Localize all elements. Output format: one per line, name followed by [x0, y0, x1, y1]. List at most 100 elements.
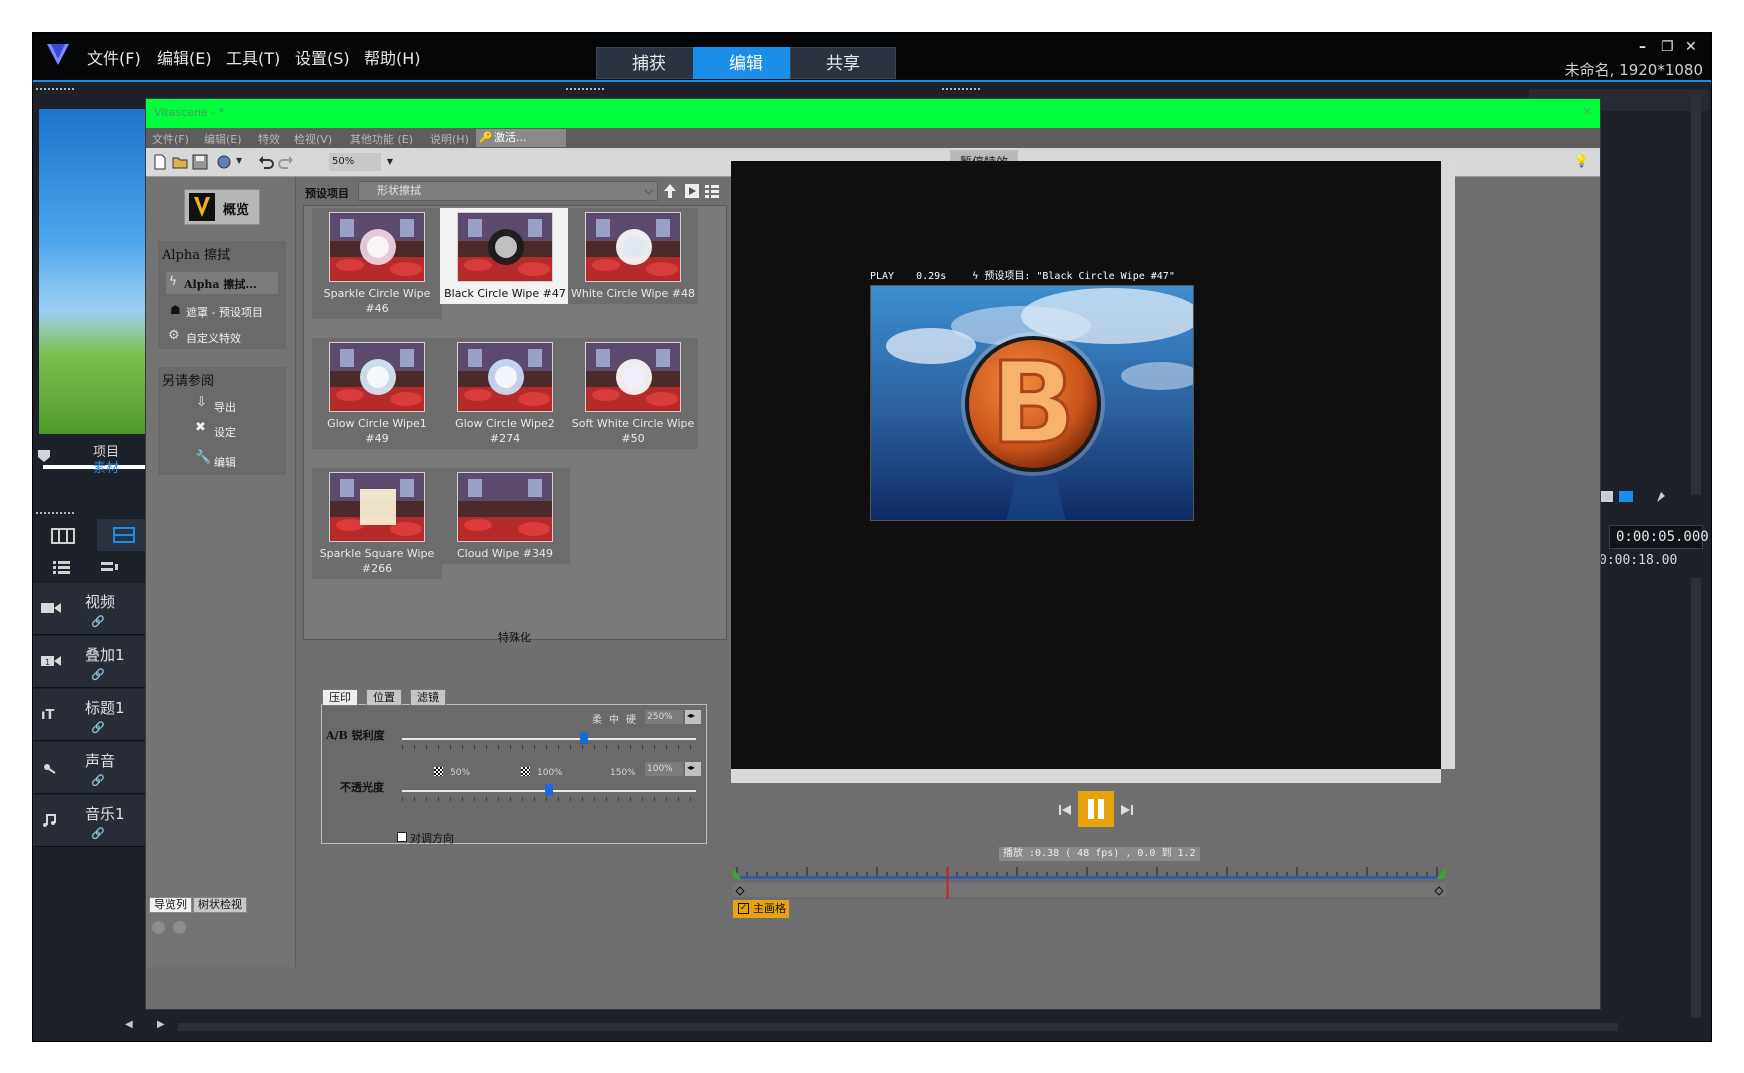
vitascene-close-icon[interactable]: ✕: [1583, 105, 1592, 118]
tab-imprint[interactable]: 压印: [322, 689, 358, 706]
link-icon[interactable]: 🔗: [91, 827, 105, 840]
timeline-view-button[interactable]: [97, 519, 147, 551]
nav-item-settings[interactable]: 设定: [214, 424, 236, 440]
undo-icon[interactable]: [258, 154, 274, 170]
preset-thumbnail[interactable]: White Circle Wipe #48: [568, 208, 698, 304]
link-icon[interactable]: 🔗: [91, 721, 105, 734]
nav-item-custom-effect[interactable]: 自定义特效: [186, 330, 241, 346]
tab-tree-view[interactable]: 树状检视: [193, 897, 247, 913]
timeline-scrollbar[interactable]: [1691, 578, 1701, 1018]
nav-item-edit[interactable]: 编辑: [214, 454, 236, 470]
track-manager-icon[interactable]: [53, 560, 71, 574]
nav-forward-icon[interactable]: [173, 921, 186, 934]
panel-grip[interactable]: [35, 511, 75, 515]
gear-icon[interactable]: ⚙: [168, 328, 180, 343]
open-folder-icon[interactable]: [172, 154, 188, 170]
preset-thumbnail[interactable]: Black Circle Wipe #47: [440, 208, 570, 304]
chapter-point-icon[interactable]: [101, 560, 119, 574]
timeline-hscrollbar[interactable]: [178, 1023, 1618, 1031]
preset-thumbnail[interactable]: Sparkle Circle Wipe #46: [312, 208, 442, 319]
minimize-icon[interactable]: –: [1639, 39, 1646, 55]
preset-category-select[interactable]: 形状擦拭 ⌵: [358, 181, 658, 201]
tab-edit[interactable]: 编辑: [693, 47, 799, 79]
skip-to-end-icon[interactable]: [1120, 803, 1134, 817]
storyboard-view-icon[interactable]: [51, 527, 75, 545]
panel-grip[interactable]: [35, 87, 75, 91]
opacity-slider-thumb[interactable]: [545, 784, 553, 796]
zoom-select[interactable]: 50% ▼: [329, 153, 393, 171]
scrub-handle-icon[interactable]: [37, 449, 51, 463]
render-icon[interactable]: [216, 154, 232, 170]
sharpness-value[interactable]: 250%: [645, 710, 683, 724]
nav-back-icon[interactable]: [152, 921, 165, 934]
nav-selected-item[interactable]: ϟ Alpha 擦拭...: [166, 272, 278, 294]
panel-grip[interactable]: [565, 87, 605, 91]
main-frame-toggle[interactable]: ✓ 主画格: [733, 900, 789, 918]
preset-thumbnail[interactable]: Sparkle Square Wipe #266: [312, 468, 442, 579]
preset-thumbnail[interactable]: Soft White Circle Wipe #50: [568, 338, 698, 449]
clip-mode-label[interactable]: 素材: [93, 457, 119, 476]
title-track[interactable]: ıT 标题1 🔗: [33, 689, 145, 741]
restore-icon[interactable]: ❐: [1661, 39, 1674, 55]
up-arrow-icon[interactable]: [663, 183, 677, 199]
overview-button[interactable]: 概览: [184, 189, 260, 225]
menu-file[interactable]: 文件(F): [87, 45, 141, 69]
play-triangle-icon[interactable]: ▶: [1605, 492, 1613, 503]
link-icon[interactable]: 🔗: [91, 615, 105, 628]
dropdown-arrow-icon[interactable]: ▼: [236, 156, 242, 165]
vs-menu-view[interactable]: 检视(V): [294, 131, 332, 147]
link-icon[interactable]: 🔗: [91, 668, 105, 681]
opacity-value[interactable]: 100%: [645, 762, 683, 776]
play-preview-icon[interactable]: [685, 184, 699, 198]
opacity-spinner[interactable]: ◂▸: [685, 762, 701, 776]
voice-track[interactable]: 声音 🔗: [33, 742, 145, 794]
timeline-scroll-right-icon[interactable]: ▶: [157, 1019, 165, 1030]
pause-button[interactable]: [1078, 791, 1114, 827]
video-track[interactable]: 视频 🔗: [33, 583, 145, 635]
tab-filter[interactable]: 滤镜: [410, 689, 446, 706]
tab-share[interactable]: 共享: [790, 47, 896, 79]
preview-vertical-scrollbar[interactable]: [1441, 161, 1455, 769]
vs-menu-file[interactable]: 文件(F): [152, 131, 189, 147]
list-view-icon[interactable]: [705, 184, 719, 198]
nav-item-mask-presets[interactable]: 遮罩 - 预设项目: [186, 304, 263, 320]
preset-thumbnail[interactable]: Glow Circle Wipe1 #49: [312, 338, 442, 449]
link-icon[interactable]: 🔗: [91, 774, 105, 787]
vs-menu-edit[interactable]: 编辑(E): [204, 131, 242, 147]
overlay-track[interactable]: 1 叠加1 🔗: [33, 636, 145, 688]
preset-thumbnail[interactable]: Cloud Wipe #349: [440, 468, 570, 564]
tab-position[interactable]: 位置: [366, 689, 402, 706]
tools-icon[interactable]: ✖: [195, 420, 206, 435]
effect-preview-viewport[interactable]: PLAY 0.29s ϟ 预设项目: "Black Circle Wipe #4…: [731, 161, 1441, 769]
menu-help[interactable]: 帮助(H): [364, 45, 421, 69]
timeline-scroll-left-icon[interactable]: ◀: [125, 1019, 133, 1030]
wrench-icon[interactable]: 🔧: [195, 450, 211, 465]
skip-to-start-icon[interactable]: [1058, 803, 1072, 817]
lightbulb-icon[interactable]: 💡: [1574, 154, 1589, 168]
vs-menu-extra[interactable]: 其他功能 (E): [350, 131, 413, 147]
preset-thumbnail[interactable]: Glow Circle Wipe2 #274: [440, 338, 570, 449]
playhead[interactable]: [946, 867, 949, 899]
new-file-icon[interactable]: [152, 154, 168, 170]
library-scrollbar[interactable]: [1691, 95, 1701, 495]
vs-menu-effects[interactable]: 特效: [258, 131, 280, 147]
menu-edit[interactable]: 编辑(E): [157, 45, 212, 69]
preview-horizontal-scrollbar[interactable]: [731, 769, 1441, 783]
reverse-direction-checkbox[interactable]: [397, 832, 407, 842]
close-icon[interactable]: ✕: [1685, 39, 1697, 55]
mask-icon[interactable]: ☗: [170, 303, 181, 317]
menu-settings[interactable]: 设置(S): [295, 45, 350, 69]
sharpness-spinner[interactable]: ◂▸: [685, 710, 701, 724]
activate-button[interactable]: 🔑 激活...: [476, 129, 566, 147]
panel-grip[interactable]: [941, 87, 981, 91]
tab-navigation[interactable]: 导览列: [149, 897, 192, 913]
tab-capture[interactable]: 捕获: [596, 47, 702, 79]
sharpness-slider-thumb[interactable]: [580, 732, 589, 744]
timecode-box[interactable]: 0:00:05.000: [1609, 525, 1709, 549]
music-track[interactable]: 音乐1 🔗: [33, 795, 145, 847]
redo-icon[interactable]: [278, 154, 294, 170]
vs-menu-help[interactable]: 说明(H): [430, 131, 469, 147]
nav-item-export[interactable]: 导出: [214, 399, 236, 415]
main-frame-checkbox[interactable]: ✓: [738, 903, 749, 914]
menu-tools[interactable]: 工具(T): [226, 45, 280, 69]
